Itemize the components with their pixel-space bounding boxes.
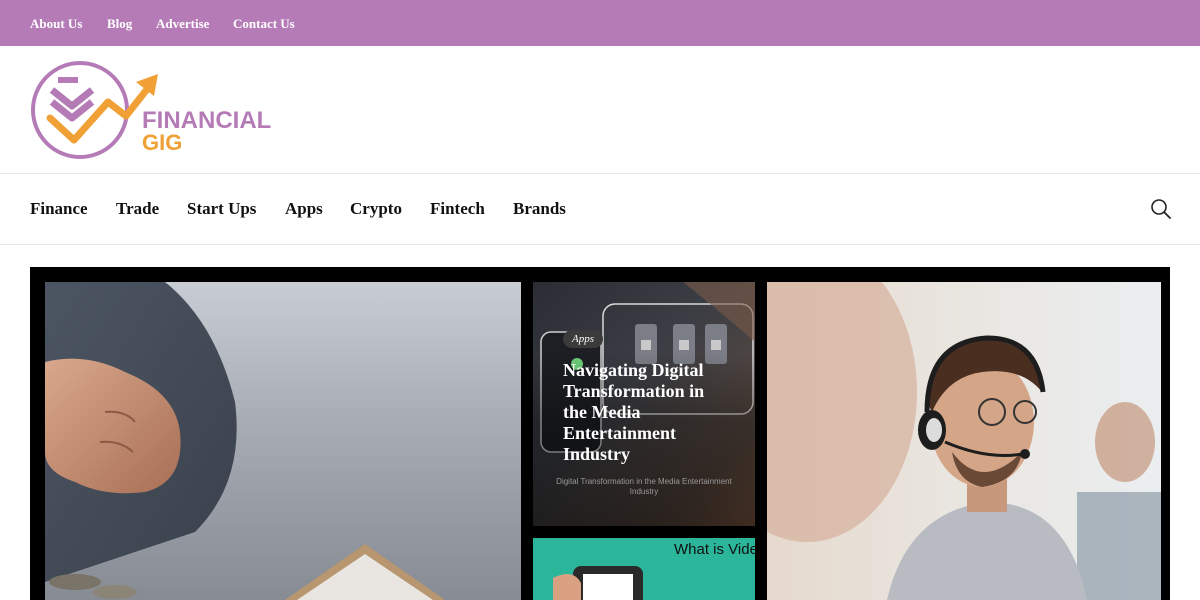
nav-item-finance[interactable]: Finance <box>30 199 88 219</box>
site-header: FINANCIAL GIG <box>0 46 1200 174</box>
site-logo[interactable]: FINANCIAL GIG <box>30 58 290 162</box>
nav-item-trade[interactable]: Trade <box>116 199 159 219</box>
top-link-contact-us[interactable]: Contact Us <box>233 16 295 32</box>
nav-item-apps[interactable]: Apps <box>285 199 323 219</box>
top-bar: About Us Blog Advertise Contact Us <box>0 0 1200 46</box>
image-caption: Digital Transformation in the Media Ente… <box>556 477 732 496</box>
video-marketing-image-text: What is Video Marketing - Sandwich <box>674 541 755 558</box>
featured-post-image-call-center[interactable] <box>767 282 1161 600</box>
main-nav: Finance Trade Start Ups Apps Crypto Fint… <box>0 174 1200 245</box>
nav-item-brands[interactable]: Brands <box>513 199 566 219</box>
nav-item-crypto[interactable]: Crypto <box>350 199 402 219</box>
call-center-agent-image <box>767 282 1161 600</box>
financial-gig-logo: FINANCIAL GIG <box>31 61 271 159</box>
nav-item-fintech[interactable]: Fintech <box>430 199 485 219</box>
featured-post-card-apps[interactable]: Apps Navigating Digital Transformation i… <box>533 282 755 526</box>
post-title[interactable]: Navigating Digital Transformation in the… <box>563 360 713 465</box>
nav-item-start-ups[interactable]: Start Ups <box>187 199 256 219</box>
hand-house-image <box>45 282 445 600</box>
category-badge[interactable]: Apps <box>563 330 603 348</box>
featured-post-image-1[interactable] <box>45 282 521 600</box>
top-link-advertise[interactable]: Advertise <box>156 16 209 32</box>
featured-post-card-video-marketing[interactable]: What is Video Marketing - Sandwich <box>533 538 755 600</box>
top-link-about-us[interactable]: About Us <box>30 16 82 32</box>
search-icon[interactable] <box>1150 198 1172 220</box>
top-link-blog[interactable]: Blog <box>107 16 132 32</box>
logo-text-gig: GIG <box>142 130 182 155</box>
featured-posts-grid: Apps Navigating Digital Transformation i… <box>30 267 1170 600</box>
